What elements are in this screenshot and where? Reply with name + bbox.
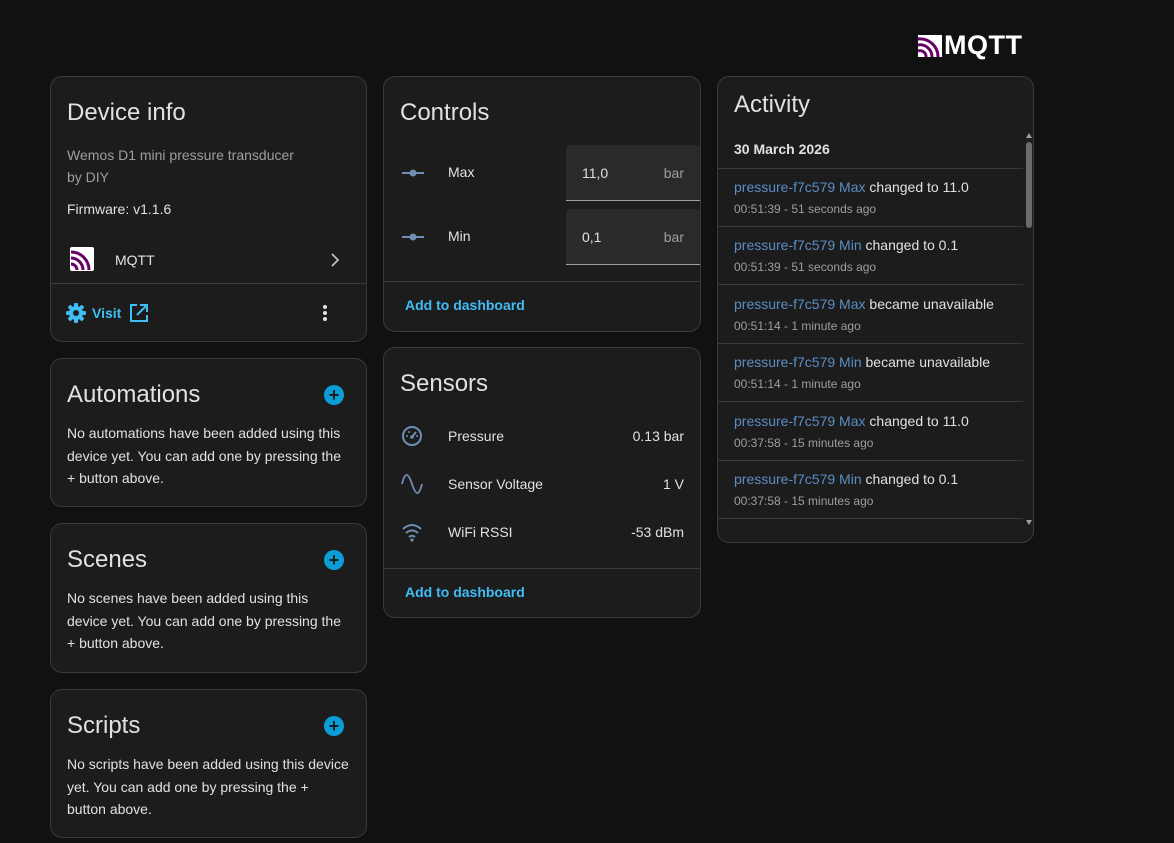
activity-entry: pressure-f7c579 Min became unavailable 0… (718, 344, 1023, 402)
visit-link[interactable]: Visit (65, 301, 149, 325)
activity-message: became unavailable (861, 354, 991, 370)
slider-icon (402, 169, 424, 177)
sensor-row-pressure[interactable]: Pressure 0.13 bar (400, 416, 684, 456)
mqtt-logo-text: MQTT (944, 30, 1023, 60)
sensor-value: 0.13 bar (632, 428, 684, 444)
open-in-new-icon (130, 304, 149, 322)
sensor-row-voltage[interactable]: Sensor Voltage 1 V (400, 464, 684, 504)
activity-card: Activity 30 March 2026 pressure-f7c579 M… (717, 76, 1034, 543)
entity-link[interactable]: pressure-f7c579 Min (734, 237, 862, 253)
activity-message: became unavailable (865, 296, 994, 312)
activity-message: changed to 0.1 (861, 237, 959, 253)
activity-entry: pressure-f7c579 Max became unavailable 0… (718, 286, 1023, 344)
scripts-empty-text: No scripts have been added using this de… (67, 756, 349, 817)
slider-icon (402, 233, 424, 241)
entity-link[interactable]: pressure-f7c579 Max (734, 179, 866, 195)
input-unit: bar (663, 229, 684, 245)
activity-message: changed to 0.1 (861, 471, 959, 487)
control-label: Min (448, 228, 471, 244)
max-number-input[interactable]: 11,0 bar (566, 145, 700, 201)
activity-entry: pressure-f7c579 Min changed to 0.1 00:51… (718, 227, 1023, 285)
mqtt-logo: MQTT (918, 30, 1022, 61)
sensors-title: Sensors (400, 370, 489, 397)
sensor-row-wifi-rssi[interactable]: WiFi RSSI -53 dBm (400, 512, 684, 552)
integration-label: MQTT (115, 252, 155, 268)
control-row-max: Max 11,0 bar (400, 145, 700, 201)
scripts-card: Scripts + No scripts have been added usi… (50, 689, 367, 838)
activity-entry: pressure-f7c579 Min changed to 0.1 00:37… (718, 461, 1023, 519)
scroll-up-arrow-icon[interactable] (1026, 133, 1032, 138)
more-vertical-icon[interactable] (322, 304, 328, 322)
device-firmware: Firmware: v1.1.6 (67, 201, 172, 217)
input-value: 0,1 (582, 229, 602, 245)
activity-time: 00:37:58 - 15 minutes ago (734, 494, 874, 508)
sensor-value: -53 dBm (631, 524, 684, 540)
entity-link[interactable]: pressure-f7c579 Min (734, 471, 862, 487)
wifi-icon (402, 524, 422, 542)
input-unit: bar (663, 165, 684, 181)
gear-icon (66, 303, 86, 323)
scenes-empty-text: No scenes have been added using this dev… (67, 590, 341, 651)
activity-time: 00:51:14 - 1 minute ago (734, 377, 861, 391)
divider (51, 283, 366, 284)
activity-date: 30 March 2026 (734, 141, 830, 157)
mqtt-icon (70, 247, 94, 271)
activity-time: 00:51:39 - 51 seconds ago (734, 260, 877, 274)
controls-title: Controls (400, 99, 490, 126)
controls-card: Controls Max 11,0 bar Min 0,1 bar Add to… (383, 76, 701, 332)
scrollbar-thumb[interactable] (1026, 142, 1032, 228)
entity-link[interactable]: pressure-f7c579 Min (734, 354, 862, 370)
activity-title: Activity (734, 91, 811, 118)
input-value: 11,0 (582, 165, 609, 181)
control-row-min: Min 0,1 bar (400, 209, 700, 265)
activity-entry: pressure-f7c579 Max changed to 11.0 00:5… (718, 169, 1023, 227)
plus-icon: + (328, 716, 340, 736)
min-number-input[interactable]: 0,1 bar (566, 209, 700, 265)
device-manufacturer: by DIY (67, 169, 110, 185)
chevron-right-icon (331, 253, 340, 267)
sensor-label: WiFi RSSI (448, 524, 513, 540)
scripts-title: Scripts (67, 712, 141, 739)
plus-icon: + (328, 385, 340, 405)
add-automation-button[interactable]: + (324, 385, 344, 405)
sensors-card: Sensors Pressure 0.13 bar Sensor Voltage… (383, 347, 701, 618)
add-script-button[interactable]: + (324, 716, 344, 736)
activity-time: 00:51:14 - 1 minute ago (734, 319, 861, 333)
entity-link[interactable]: pressure-f7c579 Max (734, 413, 866, 429)
entity-link[interactable]: pressure-f7c579 Max (734, 296, 866, 312)
activity-scrollbar[interactable] (1024, 131, 1033, 527)
sensors-add-to-dashboard-button[interactable]: Add to dashboard (405, 584, 525, 600)
visit-label: Visit (92, 305, 122, 321)
activity-entry: pressure-f7c579 Max changed to 11.0 00:3… (718, 403, 1023, 461)
sine-wave-icon (401, 474, 423, 494)
scroll-down-arrow-icon[interactable] (1026, 520, 1032, 525)
activity-time: 00:37:58 - 15 minutes ago (734, 436, 874, 450)
integration-row-mqtt[interactable]: MQTT (51, 239, 366, 281)
activity-time: 00:51:39 - 51 seconds ago (734, 202, 877, 216)
automations-card: Automations + No automations have been a… (50, 358, 367, 507)
scenes-card: Scenes + No scenes have been added using… (50, 523, 367, 673)
divider (384, 281, 700, 282)
controls-add-to-dashboard-button[interactable]: Add to dashboard (405, 297, 525, 313)
control-label: Max (448, 164, 475, 180)
add-scene-button[interactable]: + (324, 550, 344, 570)
device-info-title: Device info (67, 99, 186, 126)
automations-title: Automations (67, 381, 201, 408)
activity-message: changed to 11.0 (865, 413, 969, 429)
gauge-icon (402, 426, 422, 446)
automations-empty-text: No automations have been added using thi… (67, 425, 341, 486)
sensor-label: Pressure (448, 428, 505, 444)
plus-icon: + (328, 550, 340, 570)
device-info-card: Device info Wemos D1 mini pressure trans… (50, 76, 367, 342)
device-model: Wemos D1 mini pressure transducer (67, 147, 294, 163)
sensor-label: Sensor Voltage (448, 476, 543, 492)
sensor-value: 1 V (662, 476, 684, 492)
scenes-title: Scenes (67, 546, 148, 573)
mqtt-icon (918, 34, 942, 57)
activity-message: changed to 11.0 (865, 179, 969, 195)
divider (384, 568, 700, 569)
